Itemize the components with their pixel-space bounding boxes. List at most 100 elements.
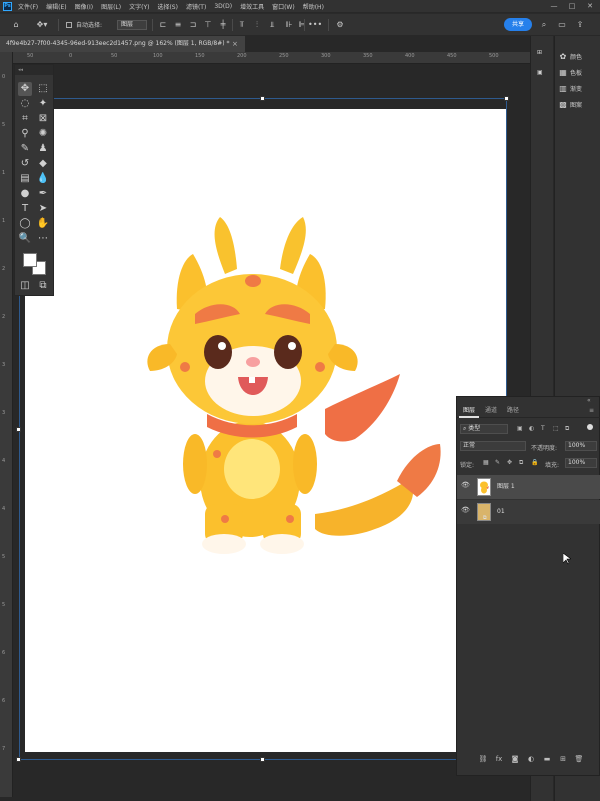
type-tool-icon[interactable]: T bbox=[18, 202, 32, 216]
brush-tool-icon[interactable]: ✎ bbox=[18, 142, 32, 156]
tab-paths[interactable]: 路径 bbox=[503, 403, 523, 418]
lock-transparent-icon[interactable]: ▦ bbox=[483, 459, 489, 466]
tab-layers[interactable]: 图层 bbox=[459, 403, 480, 418]
document-canvas[interactable] bbox=[25, 109, 506, 752]
layer-name[interactable]: 图层 1 bbox=[497, 475, 515, 499]
distribute-bottom-icon[interactable]: ⫫ bbox=[267, 19, 277, 31]
tools-panel-header[interactable]: ◂◂ bbox=[15, 65, 53, 75]
more-options-button[interactable]: ••• bbox=[308, 19, 322, 31]
workspace-icon[interactable]: ▭ bbox=[556, 19, 568, 31]
move-tool-preset-icon[interactable]: ✥▾ bbox=[33, 19, 51, 31]
lasso-tool-icon[interactable]: ◌ bbox=[18, 97, 32, 111]
close-window-button[interactable]: ✕ bbox=[584, 0, 596, 12]
eyedropper-icon[interactable]: ⚲ bbox=[18, 127, 32, 141]
menu-select[interactable]: 选择(S) bbox=[157, 2, 178, 11]
home-icon[interactable]: ⌂ bbox=[10, 19, 22, 31]
new-group-icon[interactable]: ▬ bbox=[541, 755, 553, 763]
filter-toggle[interactable] bbox=[587, 424, 593, 430]
move-tool-icon[interactable]: ✥ bbox=[18, 82, 32, 96]
auto-select-checkbox[interactable] bbox=[66, 22, 72, 28]
search-icon[interactable]: ⌕ bbox=[538, 19, 550, 31]
lock-pixels-icon[interactable]: ✎ bbox=[495, 459, 500, 466]
dock-item-swatches[interactable]: ▦ 色板 bbox=[559, 66, 582, 80]
transform-handle[interactable] bbox=[504, 96, 509, 101]
menu-type[interactable]: 文字(Y) bbox=[129, 2, 149, 11]
align-middle-icon[interactable]: ╪ bbox=[218, 19, 228, 31]
layer-style-icon[interactable]: fx bbox=[493, 755, 505, 763]
more-tools-icon[interactable]: ⋯ bbox=[36, 232, 50, 246]
menu-image[interactable]: 图像(I) bbox=[75, 2, 93, 11]
blur-tool-icon[interactable]: 💧 bbox=[36, 172, 50, 186]
dodge-tool-icon[interactable]: ● bbox=[18, 187, 32, 201]
align-right-icon[interactable]: ⊐ bbox=[188, 19, 198, 31]
lock-position-icon[interactable]: ✥ bbox=[507, 459, 512, 466]
frame-tool-icon[interactable]: ⊠ bbox=[36, 112, 50, 126]
adjustment-layer-icon[interactable]: ◐ bbox=[525, 755, 537, 763]
healing-brush-icon[interactable]: ✺ bbox=[36, 127, 50, 141]
align-top-icon[interactable]: ⊤ bbox=[203, 19, 213, 31]
dock-item-patterns[interactable]: ▩ 图案 bbox=[559, 98, 582, 112]
opacity-input[interactable]: 100% bbox=[565, 441, 597, 451]
new-layer-icon[interactable]: ⊞ bbox=[557, 755, 569, 763]
history-icon[interactable]: ▣ bbox=[537, 66, 543, 80]
blend-mode-dropdown[interactable]: 正常 bbox=[460, 441, 526, 451]
path-select-icon[interactable]: ➤ bbox=[36, 202, 50, 216]
gear-icon[interactable]: ⚙ bbox=[334, 19, 346, 31]
delete-layer-icon[interactable]: 🗑 bbox=[573, 755, 585, 763]
ellipse-tool-icon[interactable]: ◯ bbox=[18, 217, 32, 231]
menu-file[interactable]: 文件(F) bbox=[18, 2, 38, 11]
link-layers-icon[interactable]: ⛓ bbox=[477, 755, 489, 763]
gradient-tool-icon[interactable]: ▤ bbox=[18, 172, 32, 186]
vertical-ruler[interactable]: 0 5 1 1 2 2 3 3 4 4 5 5 6 6 7 bbox=[0, 52, 13, 797]
menu-help[interactable]: 帮助(H) bbox=[303, 2, 324, 11]
quick-mask-icon[interactable]: ◫ bbox=[18, 279, 32, 293]
minimize-button[interactable]: — bbox=[548, 0, 560, 12]
visibility-eye-icon[interactable]: 👁 bbox=[461, 481, 471, 489]
align-center-icon[interactable]: ≡ bbox=[173, 19, 183, 31]
hand-tool-icon[interactable]: ✋ bbox=[36, 217, 50, 231]
distribute-top-icon[interactable]: ⫪ bbox=[237, 19, 247, 31]
screen-mode-icon[interactable]: ⧉ bbox=[36, 279, 50, 293]
dock-item-gradients[interactable]: ▥ 渐变 bbox=[559, 82, 582, 96]
layer-name[interactable]: 01 bbox=[497, 500, 505, 524]
filter-shape-icon[interactable]: ⬚ bbox=[553, 425, 559, 432]
filter-smart-icon[interactable]: ⧉ bbox=[565, 425, 569, 433]
menu-window[interactable]: 窗口(W) bbox=[272, 2, 295, 11]
lock-artboard-icon[interactable]: ⧉ bbox=[519, 459, 523, 467]
horizontal-ruler[interactable]: 50050100150200250300350400450500550 bbox=[13, 52, 530, 64]
magic-wand-icon[interactable]: ✦ bbox=[36, 97, 50, 111]
transform-handle[interactable] bbox=[16, 757, 21, 762]
menu-3d[interactable]: 3D(D) bbox=[214, 3, 232, 10]
distribute-right-icon[interactable]: ⊫ bbox=[297, 19, 307, 31]
visibility-eye-icon[interactable]: 👁 bbox=[461, 506, 471, 514]
eraser-icon[interactable]: ◆ bbox=[36, 157, 50, 171]
fill-input[interactable]: 100% bbox=[565, 458, 597, 468]
zoom-tool-icon[interactable]: 🔍 bbox=[18, 232, 32, 246]
filter-type-icon[interactable]: T bbox=[541, 425, 545, 432]
filter-image-icon[interactable]: ▣ bbox=[517, 425, 523, 432]
dock-item-color[interactable]: ✿ 颜色 bbox=[559, 50, 582, 64]
close-document-button[interactable]: × bbox=[232, 36, 238, 52]
distribute-middle-icon[interactable]: ⫶ bbox=[252, 19, 262, 31]
panel-menu-icon[interactable]: ≡ bbox=[585, 403, 598, 418]
menu-filter[interactable]: 滤镜(T) bbox=[186, 2, 206, 11]
history-brush-icon[interactable]: ↺ bbox=[18, 157, 32, 171]
tab-channels[interactable]: 通道 bbox=[481, 403, 501, 418]
marquee-tool-icon[interactable]: ⬚ bbox=[36, 82, 50, 96]
pen-tool-icon[interactable]: ✒ bbox=[36, 187, 50, 201]
align-left-icon[interactable]: ⊏ bbox=[158, 19, 168, 31]
layer-row-selected[interactable]: 👁 图层 1 bbox=[457, 475, 600, 499]
share-button[interactable]: 共享 bbox=[504, 18, 532, 31]
transform-handle[interactable] bbox=[260, 96, 265, 101]
foreground-color-swatch[interactable] bbox=[23, 253, 37, 267]
menu-layer[interactable]: 图层(L) bbox=[101, 2, 121, 11]
layer-filter-dropdown[interactable]: ⌕ 类型 bbox=[460, 424, 508, 434]
filter-adjustment-icon[interactable]: ◐ bbox=[529, 425, 534, 432]
lock-all-icon[interactable]: 🔒 bbox=[531, 459, 538, 466]
menu-plugins[interactable]: 增效工具 bbox=[240, 2, 264, 11]
share-export-icon[interactable]: ⇪ bbox=[574, 19, 586, 31]
maximize-button[interactable]: □ bbox=[566, 0, 578, 12]
clone-stamp-icon[interactable]: ♟ bbox=[36, 142, 50, 156]
add-mask-icon[interactable]: ◙ bbox=[509, 755, 521, 763]
crop-tool-icon[interactable]: ⌗ bbox=[18, 112, 32, 126]
